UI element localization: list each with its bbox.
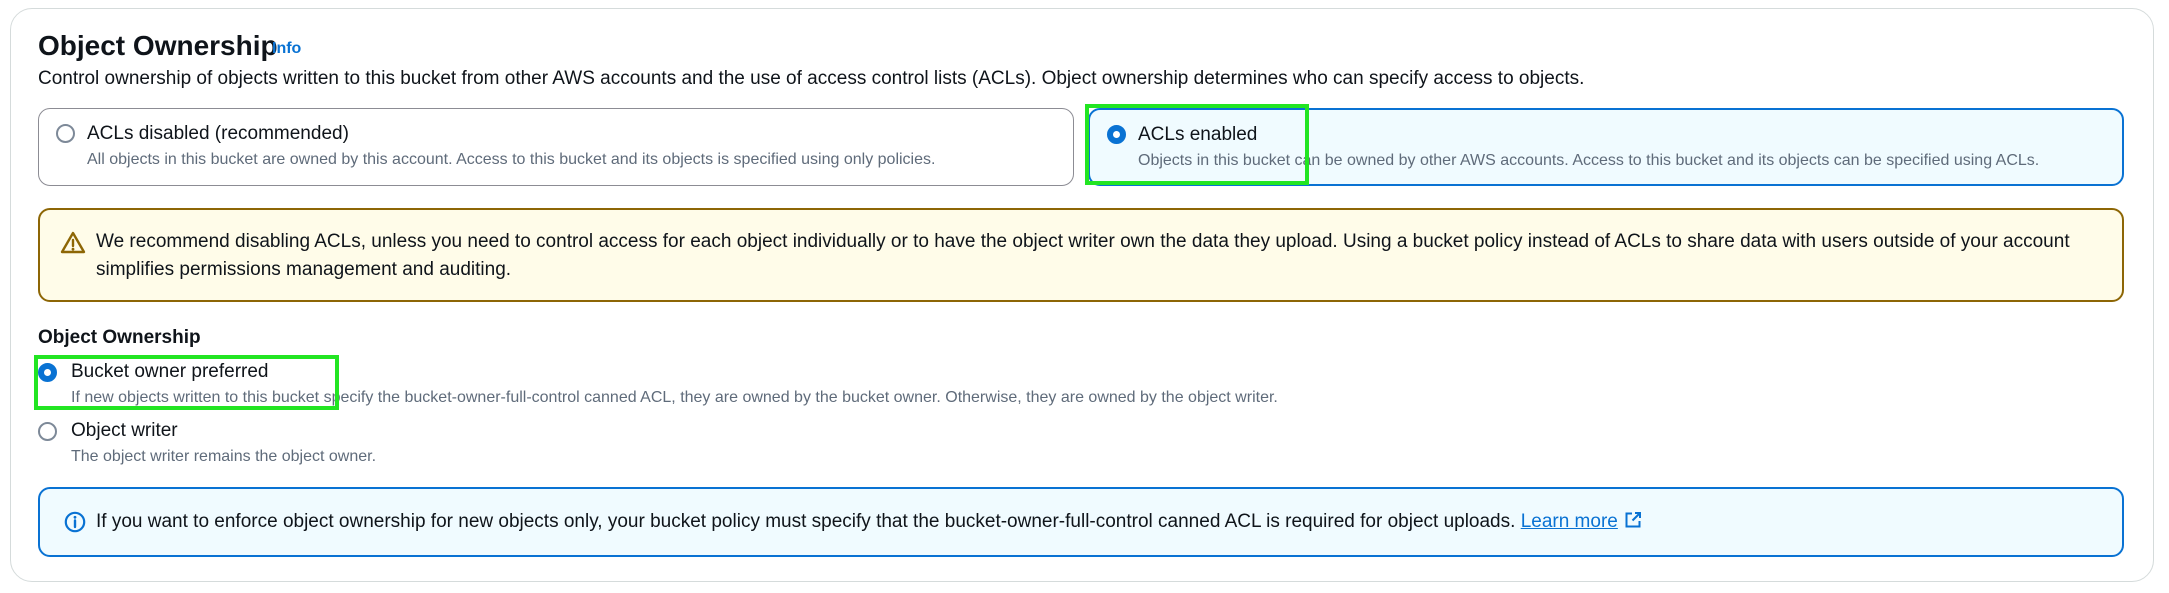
bucket-owner-preferred-description: If new objects written to this bucket sp… <box>71 389 1278 406</box>
ownership-info-alert: If you want to enforce object ownership … <box>38 487 2124 557</box>
acls-enabled-tile[interactable]: ACLs enabled Objects in this bucket can … <box>1088 108 2124 186</box>
info-alert-text: If you want to enforce object ownership … <box>96 509 1642 535</box>
acls-disabled-label: ACLs disabled (recommended) <box>87 123 349 144</box>
acls-disabled-description: All objects in this bucket are owned by … <box>87 151 936 168</box>
acls-enabled-description: Objects in this bucket can be owned by o… <box>1138 152 2040 169</box>
info-link[interactable]: Info <box>272 38 301 60</box>
bucket-owner-preferred-radio[interactable] <box>38 363 57 382</box>
learn-more-link[interactable]: Learn more <box>1521 511 1618 532</box>
acls-enabled-radio[interactable] <box>1107 125 1126 144</box>
warning-text: We recommend disabling ACLs, unless you … <box>96 231 2070 280</box>
ownership-field-label: Object Ownership <box>38 327 201 348</box>
object-writer-description: The object writer remains the object own… <box>71 448 377 465</box>
info-circle-icon <box>64 511 86 533</box>
object-writer-radio[interactable] <box>38 422 57 441</box>
acls-disabled-radio[interactable] <box>56 124 75 143</box>
object-writer-option[interactable]: Object writer The object writer remains … <box>38 419 638 469</box>
section-title: Object Ownership <box>38 30 278 61</box>
warning-triangle-icon <box>60 231 86 254</box>
bucket-owner-preferred-option[interactable]: Bucket owner preferred If new objects wr… <box>38 360 1438 410</box>
section-description: Control ownership of objects written to … <box>38 68 1585 89</box>
acl-warning-alert: We recommend disabling ACLs, unless you … <box>38 208 2124 302</box>
acls-enabled-label: ACLs enabled <box>1138 124 1258 145</box>
info-alert-message: If you want to enforce object ownership … <box>96 511 1521 532</box>
external-link-icon[interactable] <box>1624 511 1642 529</box>
acls-disabled-tile[interactable]: ACLs disabled (recommended) All objects … <box>38 108 1074 186</box>
object-writer-label: Object writer <box>71 420 178 441</box>
bucket-owner-preferred-label: Bucket owner preferred <box>71 361 269 382</box>
